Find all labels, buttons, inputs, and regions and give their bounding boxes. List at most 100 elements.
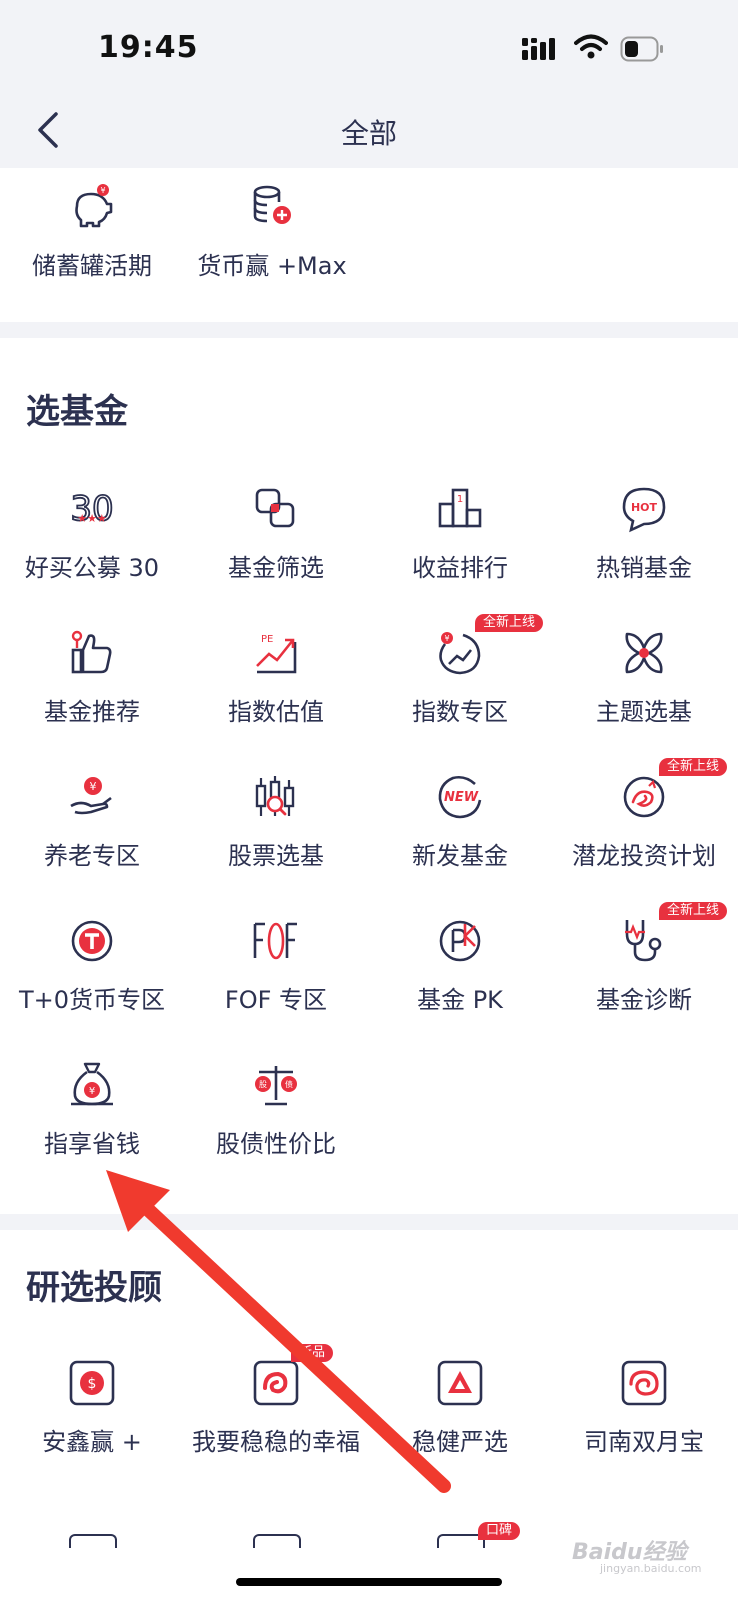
grid-item-label: 安鑫赢 + bbox=[42, 1428, 142, 1456]
svg-text:HOT: HOT bbox=[631, 501, 658, 514]
grid-item-label: 收益排行 bbox=[412, 554, 508, 582]
grid-item-label: 主题选基 bbox=[596, 698, 692, 726]
triangle-square-icon bbox=[437, 1360, 483, 1406]
grid-item-label: 司南双月宝 bbox=[584, 1428, 704, 1456]
saving-products-section: ¥ 储蓄罐活期 货币赢 +Max bbox=[0, 168, 738, 322]
grid-item-label: 热销基金 bbox=[596, 554, 692, 582]
index-gauge-icon: ¥ bbox=[439, 632, 481, 675]
grid-item-anxin[interactable]: $ 安鑫赢 + bbox=[0, 1358, 184, 1457]
new-product-badge: 新品 bbox=[291, 1344, 334, 1362]
page-title: 全部 bbox=[340, 117, 397, 150]
grid-item-label: 稳健严选 bbox=[412, 1428, 508, 1456]
grid-item-label: 储蓄罐活期 bbox=[32, 252, 152, 280]
svg-text:NEW: NEW bbox=[444, 790, 479, 805]
grid-item-steady-happiness[interactable]: 新品 我要稳稳的幸福 bbox=[184, 1344, 368, 1457]
battery-icon bbox=[620, 36, 663, 62]
new-badge: 全新上线 bbox=[475, 614, 544, 632]
filter-squares-icon bbox=[255, 488, 295, 528]
grid-item-fund-diagnosis[interactable]: 全新上线 基金诊断 bbox=[552, 902, 736, 1015]
grid-item-label: 指数专区 bbox=[412, 698, 508, 726]
grid-item-stock-fund[interactable]: 股票选基 bbox=[184, 772, 368, 871]
hand-coin-icon: ¥ bbox=[70, 777, 112, 815]
swirl-square-icon bbox=[253, 1360, 299, 1406]
grid-item-stock-bond-ratio[interactable]: 股 债 股债性价比 bbox=[184, 1060, 368, 1159]
grid-item-dragon-plan[interactable]: 全新上线 潜龙投资计划 bbox=[552, 758, 736, 871]
dragon-icon bbox=[623, 776, 665, 818]
section-title: 研选投顾 bbox=[26, 1268, 162, 1308]
grid-item-return-rank[interactable]: 1 收益排行 bbox=[368, 484, 552, 583]
section-title: 选基金 bbox=[26, 392, 128, 432]
cellular-signal-icon bbox=[522, 38, 555, 60]
piggy-bank-icon: ¥ bbox=[75, 184, 113, 228]
grid-item-fund-recommend[interactable]: 基金推荐 bbox=[0, 628, 184, 727]
grid-item-sinan[interactable]: 司南双月宝 bbox=[552, 1358, 736, 1457]
grid-item-label: 指享省钱 bbox=[44, 1130, 140, 1158]
t-circle-icon bbox=[71, 920, 113, 962]
partial-icon-top bbox=[69, 1534, 117, 1548]
select-fund-section: 选基金 30 ★★★ 好买公募 30 基金筛选 1 收益排行 HOT 热销基金 … bbox=[0, 338, 738, 1214]
grid-item-label: 我要稳稳的幸福 bbox=[192, 1428, 360, 1456]
grid-item-label: 新发基金 bbox=[412, 842, 508, 870]
svg-text:¥: ¥ bbox=[90, 780, 97, 793]
grid-item-hot-funds[interactable]: HOT 热销基金 bbox=[552, 484, 736, 583]
dollar-square-icon: $ bbox=[69, 1360, 115, 1406]
new-badge: 全新上线 bbox=[659, 758, 728, 776]
flower-icon bbox=[625, 632, 663, 674]
pk-circle-icon bbox=[439, 920, 481, 962]
stethoscope-icon bbox=[625, 920, 662, 962]
grid-item-label: FOF 专区 bbox=[224, 986, 328, 1014]
spiral-square-icon bbox=[621, 1360, 667, 1406]
thumbs-up-icon bbox=[71, 630, 112, 674]
grid-item-zhixiang-save[interactable]: ¥ 指享省钱 bbox=[0, 1060, 184, 1159]
watermark-url: jingyan.baidu.com bbox=[600, 1562, 702, 1575]
new-circle-icon: NEW bbox=[438, 775, 482, 819]
hot-bubble-icon: HOT bbox=[622, 487, 666, 533]
scale-right-text: 债 bbox=[285, 1079, 293, 1089]
grid-item-fund-filter[interactable]: 基金筛选 bbox=[184, 484, 368, 583]
partial-icon-top bbox=[253, 1534, 301, 1548]
svg-text:1: 1 bbox=[457, 494, 463, 505]
grid-item-fund-pk[interactable]: 基金 PK bbox=[368, 916, 552, 1015]
grid-item-new-fund[interactable]: NEW 新发基金 bbox=[368, 772, 552, 871]
grid-item-label: 基金诊断 bbox=[596, 986, 692, 1014]
grid-item-fof[interactable]: FOF 专区 bbox=[184, 916, 368, 1015]
grid-item-index-zone[interactable]: ¥ 全新上线 指数专区 bbox=[368, 614, 552, 727]
grid-item-label: 好买公募 30 bbox=[24, 554, 160, 582]
grid-item-label: T+0货币专区 bbox=[18, 986, 166, 1014]
grid-item-coins-plus[interactable]: 货币赢 +Max bbox=[180, 182, 364, 281]
grid-item-label: 基金 PK bbox=[417, 986, 503, 1014]
grid-item-label: 基金推荐 bbox=[44, 698, 140, 726]
coins-plus-icon bbox=[253, 185, 291, 224]
balance-scale-icon: 股 债 bbox=[255, 1066, 297, 1106]
grid-item-index-valuation[interactable]: PE 指数估值 bbox=[184, 628, 368, 727]
grid-item-theme-fund[interactable]: 主题选基 bbox=[552, 628, 736, 727]
nav-bar: 全部 bbox=[0, 92, 738, 168]
candlestick-search-icon bbox=[255, 776, 295, 816]
home-indicator[interactable] bbox=[236, 1578, 502, 1586]
new-badge: 全新上线 bbox=[659, 902, 728, 920]
reputation-badge: 口碑 bbox=[478, 1522, 521, 1540]
scale-left-text: 股 bbox=[259, 1080, 267, 1089]
grid-item-label: 股票选基 bbox=[228, 842, 324, 870]
svg-text:¥: ¥ bbox=[89, 1086, 95, 1097]
grid-item-label: 股债性价比 bbox=[216, 1130, 336, 1158]
svg-text:¥: ¥ bbox=[444, 634, 449, 643]
svg-text:¥: ¥ bbox=[100, 186, 105, 195]
grid-item-label: 指数估值 bbox=[228, 698, 324, 726]
grid-item-label: 养老专区 bbox=[44, 842, 140, 870]
grid-item-piggy-bank[interactable]: ¥ 储蓄罐活期 bbox=[0, 182, 184, 281]
grid-item-t0-money[interactable]: T+0货币专区 bbox=[0, 916, 184, 1015]
fof-icon bbox=[253, 922, 297, 960]
wifi-icon bbox=[574, 34, 608, 59]
svg-text:$: $ bbox=[88, 1376, 97, 1392]
grid-item-pension[interactable]: ¥ 养老专区 bbox=[0, 772, 184, 871]
grid-item-steady-select[interactable]: 稳健严选 bbox=[368, 1358, 552, 1457]
pe-chart-icon: PE bbox=[256, 634, 297, 674]
money-bag-icon: ¥ bbox=[71, 1062, 113, 1106]
grid-item-top30[interactable]: 30 ★★★ 好买公募 30 bbox=[0, 484, 184, 583]
number-30-icon: 30 ★★★ bbox=[69, 488, 114, 530]
grid-item-label: 潜龙投资计划 bbox=[572, 842, 716, 870]
grid-item-label: 货币赢 +Max bbox=[197, 252, 347, 280]
status-bar: 19:45 bbox=[0, 0, 738, 92]
grid-item-label: 基金筛选 bbox=[228, 554, 324, 582]
